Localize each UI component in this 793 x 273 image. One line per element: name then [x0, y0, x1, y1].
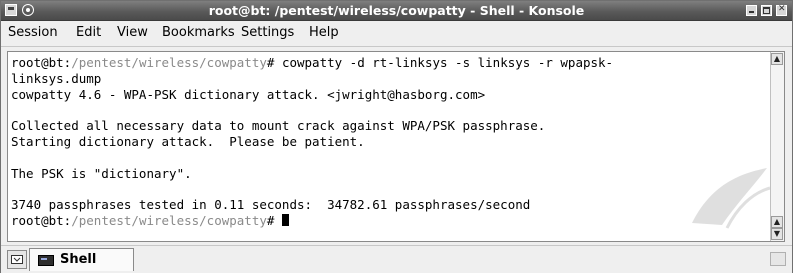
- terminal-output: root@bt:/pentest/wireless/cowpatty# cowp…: [11, 55, 768, 229]
- terminal-line: 3740 passphrases tested in 0.11 seconds:…: [11, 197, 531, 213]
- title-bar[interactable]: root@bt: /pentest/wireless/cowpatty - Sh…: [1, 1, 792, 21]
- terminal-line: cowpatty 4.6 - WPA-PSK dictionary attack…: [11, 86, 486, 102]
- maximize-button[interactable]: [761, 5, 772, 16]
- scroll-down-button[interactable]: ▼: [771, 228, 783, 240]
- scroll-up-button[interactable]: ▲: [771, 216, 783, 228]
- terminal-prompt-line: root@bt:/pentest/wireless/cowpatty#: [11, 213, 768, 229]
- menu-edit[interactable]: Edit: [76, 25, 101, 41]
- tab-shell[interactable]: Shell: [29, 248, 134, 271]
- konsole-window: root@bt: /pentest/wireless/cowpatty - Sh…: [0, 0, 793, 273]
- new-tab-icon: [11, 255, 23, 264]
- window-title: root@bt: /pentest/wireless/cowpatty - Sh…: [208, 3, 585, 18]
- menu-bookmarks[interactable]: Bookmarks: [162, 25, 235, 41]
- terminal-line: The PSK is "dictionary".: [11, 165, 192, 181]
- vertical-scrollbar[interactable]: ▲ ▲ ▼: [770, 52, 784, 241]
- terminal-line: root@bt:/pentest/wireless/cowpatty# cowp…: [11, 55, 614, 70]
- new-tab-button[interactable]: [7, 250, 27, 269]
- close-button[interactable]: [776, 4, 787, 16]
- menu-session[interactable]: Session: [8, 25, 58, 41]
- close-tab-button[interactable]: [770, 252, 786, 266]
- terminal-icon: [38, 255, 54, 266]
- scroll-up-top-button[interactable]: ▲: [771, 53, 783, 65]
- minimize-button[interactable]: [746, 5, 757, 16]
- menu-view[interactable]: View: [117, 25, 148, 41]
- terminal-line: Starting dictionary attack. Please be pa…: [11, 133, 365, 149]
- terminal-line: Collected all necessary data to mount cr…: [11, 118, 546, 134]
- tab-label: Shell: [60, 252, 97, 267]
- tab-bar: Shell: [1, 245, 792, 273]
- terminal-line: linksys.dump: [11, 70, 102, 86]
- terminal-area[interactable]: root@bt:/pentest/wireless/cowpatty# cowp…: [7, 51, 785, 242]
- menu-settings[interactable]: Settings: [241, 25, 294, 41]
- text-cursor: [281, 213, 289, 226]
- menu-help[interactable]: Help: [309, 25, 339, 41]
- menu-bar: Session Edit View Bookmarks Settings Hel…: [1, 21, 792, 47]
